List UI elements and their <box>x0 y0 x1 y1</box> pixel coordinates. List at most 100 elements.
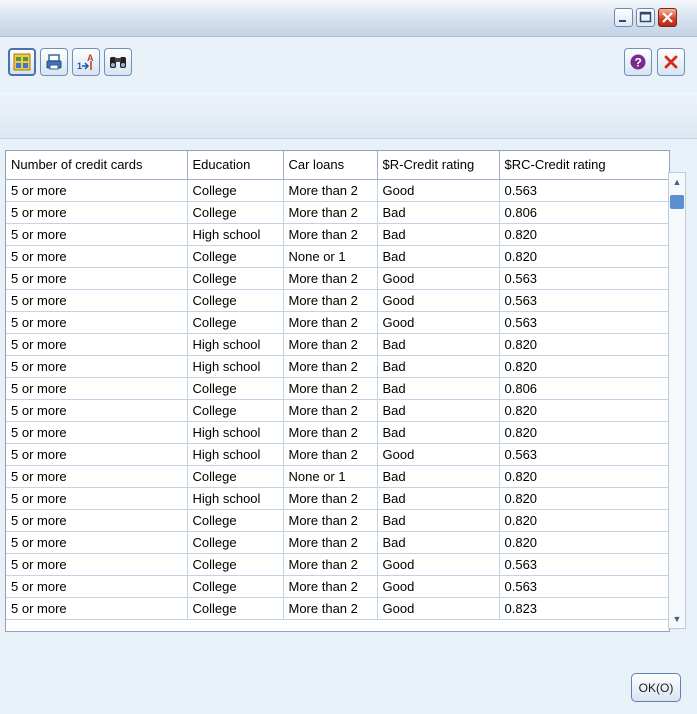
table-row[interactable]: 5 or more High school More than 2 Bad 0.820 <box>6 333 669 356</box>
table-cell: High school <box>187 421 284 444</box>
table-cell: High school <box>187 487 284 510</box>
table-cell: Bad <box>377 487 500 510</box>
toolbar: 1 A ? <box>0 37 697 91</box>
table-view-button[interactable] <box>8 48 36 76</box>
table-cell: None or 1 <box>283 465 378 488</box>
table-cell: Bad <box>377 245 500 268</box>
table-row[interactable]: 5 or more College More than 2 Good 0.563 <box>6 179 669 202</box>
close-icon[interactable] <box>658 8 677 27</box>
table-cell: 0.820 <box>499 355 669 378</box>
ok-button[interactable]: OK(O) <box>631 673 681 702</box>
column-header-education[interactable]: Education <box>187 151 284 180</box>
table-cell: Good <box>377 179 500 202</box>
table-cell: 0.820 <box>499 399 669 422</box>
vertical-scrollbar[interactable]: ▲ ▼ <box>668 172 686 629</box>
table-row[interactable]: 5 or more High school More than 2 Bad 0.820 <box>6 355 669 378</box>
table-row[interactable]: 5 or more College More than 2 Bad 0.806 <box>6 201 669 224</box>
table-cell: Bad <box>377 377 500 400</box>
table-row[interactable]: 5 or more High school More than 2 Bad 0.820 <box>6 421 669 444</box>
table-cell: 5 or more <box>6 311 188 334</box>
table-cell: College <box>187 311 284 334</box>
sort-button[interactable]: 1 A <box>72 48 100 76</box>
table-cell: 0.563 <box>499 443 669 466</box>
table-cell: More than 2 <box>283 553 378 576</box>
table-row[interactable]: 5 or more College More than 2 Good 0.563 <box>6 267 669 290</box>
table-cell: More than 2 <box>283 597 378 620</box>
table-row[interactable]: 5 or more High school More than 2 Bad 0.820 <box>6 487 669 510</box>
table-cell: College <box>187 597 284 620</box>
table-row[interactable]: 5 or more College None or 1 Bad 0.820 <box>6 465 669 488</box>
table-cell: More than 2 <box>283 443 378 466</box>
table-cell: College <box>187 509 284 532</box>
table-header-row: Number of credit cards Education Car loa… <box>6 151 669 180</box>
table-cell: Bad <box>377 201 500 224</box>
svg-text:?: ? <box>635 56 642 70</box>
table-row[interactable]: 5 or more High school More than 2 Good 0.563 <box>6 443 669 466</box>
table-cell: College <box>187 575 284 598</box>
close-dialog-button[interactable] <box>657 48 685 76</box>
table-cell: 0.820 <box>499 509 669 532</box>
table-cell: Bad <box>377 509 500 532</box>
table-cell: 0.563 <box>499 575 669 598</box>
print-button[interactable] <box>40 48 68 76</box>
column-header-car-loans[interactable]: Car loans <box>283 151 378 180</box>
table-row[interactable]: 5 or more College More than 2 Good 0.563 <box>6 575 669 598</box>
scrollbar-thumb[interactable] <box>670 195 684 209</box>
close-x-icon <box>664 55 678 69</box>
table-cell: Good <box>377 553 500 576</box>
help-button[interactable]: ? <box>624 48 652 76</box>
scroll-down-icon[interactable]: ▼ <box>669 611 685 627</box>
table-cell: 5 or more <box>6 333 188 356</box>
table-cell: 0.820 <box>499 333 669 356</box>
find-binoculars-icon <box>110 57 126 68</box>
table-cell: 5 or more <box>6 223 188 246</box>
table-row[interactable]: 5 or more College More than 2 Good 0.563 <box>6 553 669 576</box>
table-cell: 0.563 <box>499 179 669 202</box>
sort-icon: 1 A <box>77 53 94 71</box>
maximize-icon[interactable] <box>636 8 655 27</box>
table-row[interactable]: 5 or more College More than 2 Bad 0.820 <box>6 509 669 532</box>
minimize-icon[interactable] <box>614 8 633 27</box>
table-cell: 5 or more <box>6 465 188 488</box>
column-header-rc-credit-rating[interactable]: $RC-Credit rating <box>499 151 669 180</box>
table-cell: High school <box>187 443 284 466</box>
table-cell: 0.820 <box>499 245 669 268</box>
table-row[interactable]: 5 or more College More than 2 Bad 0.820 <box>6 531 669 554</box>
column-header-credit-cards[interactable]: Number of credit cards <box>6 151 188 180</box>
table-row[interactable]: 5 or more High school More than 2 Bad 0.820 <box>6 223 669 246</box>
table-cell: High school <box>187 333 284 356</box>
table-cell: 5 or more <box>6 531 188 554</box>
table-cell: 0.563 <box>499 311 669 334</box>
table-cell: 5 or more <box>6 289 188 312</box>
table-cell: 0.820 <box>499 531 669 554</box>
table-cell: More than 2 <box>283 333 378 356</box>
table-cell: College <box>187 465 284 488</box>
table-cell: 5 or more <box>6 399 188 422</box>
table-cell: High school <box>187 223 284 246</box>
table-cell: 0.806 <box>499 377 669 400</box>
table-cell: College <box>187 377 284 400</box>
table-view-icon <box>13 53 31 71</box>
column-header-r-credit-rating[interactable]: $R-Credit rating <box>377 151 500 180</box>
table-cell: More than 2 <box>283 289 378 312</box>
table-cell: 5 or more <box>6 443 188 466</box>
table-cell: Bad <box>377 399 500 422</box>
table-cell: More than 2 <box>283 531 378 554</box>
table-row[interactable]: 5 or more College More than 2 Good 0.563 <box>6 289 669 312</box>
table-cell: More than 2 <box>283 201 378 224</box>
table-cell: 0.823 <box>499 597 669 620</box>
table-row[interactable]: 5 or more College None or 1 Bad 0.820 <box>6 245 669 268</box>
table-cell: More than 2 <box>283 399 378 422</box>
table-row[interactable]: 5 or more College More than 2 Good 0.823 <box>6 597 669 620</box>
table-row[interactable]: 5 or more College More than 2 Good 0.563 <box>6 311 669 334</box>
table-row[interactable]: 5 or more College More than 2 Bad 0.820 <box>6 399 669 422</box>
table-cell: 5 or more <box>6 509 188 532</box>
table-cell: 0.563 <box>499 267 669 290</box>
find-button[interactable] <box>104 48 132 76</box>
table-cell: More than 2 <box>283 355 378 378</box>
scroll-up-icon[interactable]: ▲ <box>669 174 685 190</box>
table-cell: 5 or more <box>6 553 188 576</box>
table-row[interactable]: 5 or more College More than 2 Bad 0.806 <box>6 377 669 400</box>
table-cell: College <box>187 267 284 290</box>
table-cell: Good <box>377 267 500 290</box>
